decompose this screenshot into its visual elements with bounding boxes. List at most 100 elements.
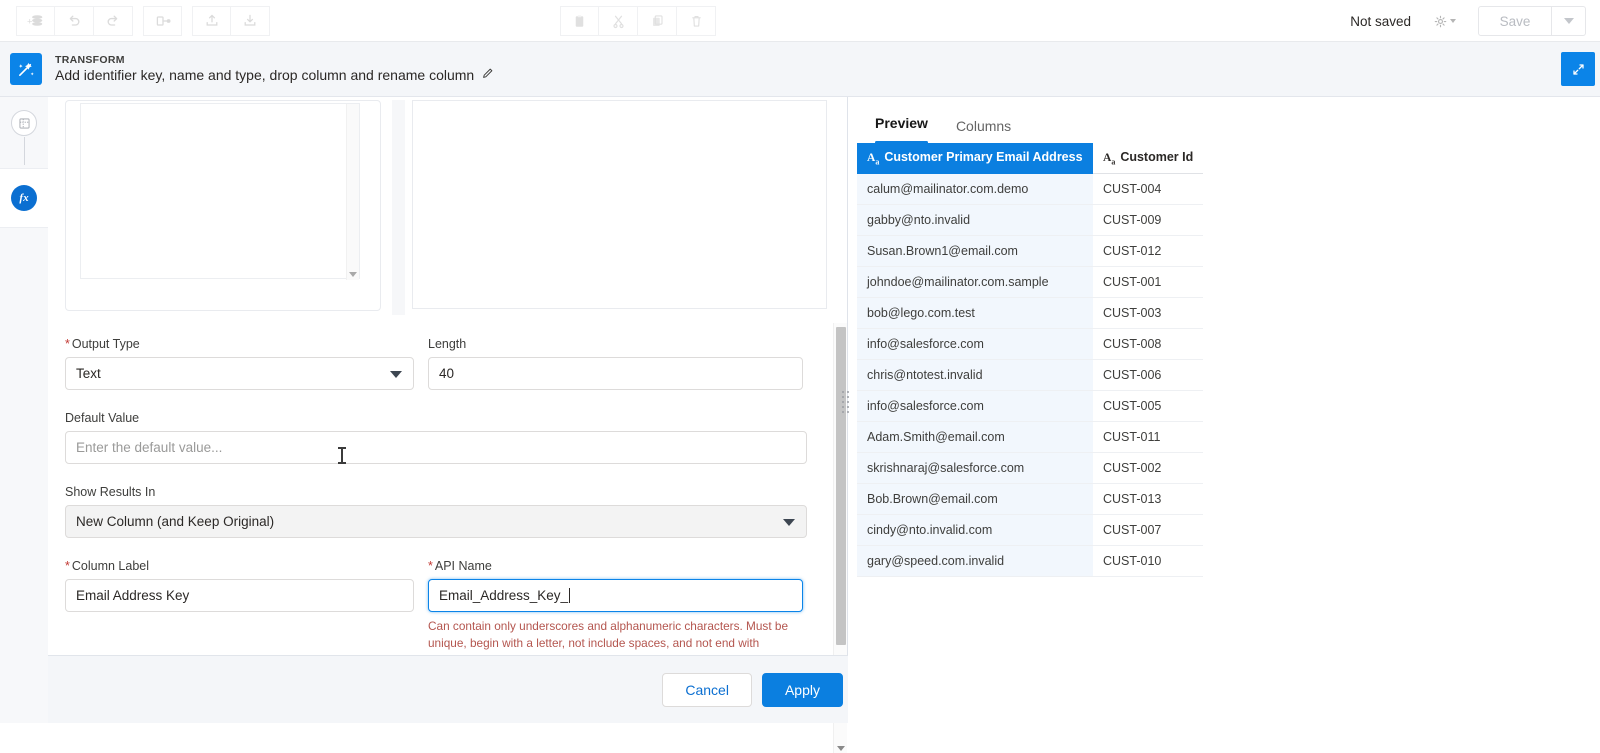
table-cell: info@salesforce.com — [857, 328, 1093, 361]
preview-header-row: Aa Customer Primary Email Address Aa Custo… — [857, 143, 1204, 175]
table-row[interactable]: calum@mailinator.com.demo CUST-004 — [857, 173, 1204, 206]
branch-button[interactable] — [143, 5, 182, 36]
formula-node-icon[interactable]: fx — [11, 185, 37, 211]
apply-button[interactable]: Apply — [761, 672, 843, 707]
api-name-error-message: Can contain only underscores and alphanu… — [428, 619, 789, 651]
table-cell: CUST-007 — [1093, 514, 1204, 547]
table-cell: johndoe@mailinator.com.sample — [857, 266, 1093, 299]
table-row[interactable]: gary@speed.com.invalid CUST-010 — [857, 545, 1204, 578]
gear-icon — [1434, 15, 1447, 27]
preview-column-name-1: Customer Primary Email Address — [884, 150, 1083, 165]
table-row[interactable]: cindy@nto.invalid.com CUST-007 — [857, 514, 1204, 547]
table-cell: CUST-013 — [1093, 483, 1204, 516]
table-cell: calum@mailinator.com.demo — [857, 173, 1093, 206]
table-cell: CUST-006 — [1093, 359, 1204, 392]
text-caret — [569, 588, 571, 603]
preview-table: Aa Customer Primary Email Address Aa Custo… — [857, 143, 1204, 578]
transform-icon — [10, 53, 42, 85]
column-label-label: Column Label — [71, 559, 150, 573]
table-row[interactable]: johndoe@mailinator.com.sample CUST-001 — [857, 266, 1204, 299]
tab-columns[interactable]: Columns — [942, 112, 1025, 144]
pencil-icon[interactable] — [481, 67, 494, 85]
transform-text-block: TRANSFORM Add identifier key, name and t… — [55, 54, 494, 85]
table-cell: chris@ntotest.invalid — [857, 359, 1093, 392]
table-row[interactable]: info@salesforce.com CUST-008 — [857, 328, 1204, 361]
default-value-input[interactable]: Enter the default value... — [65, 431, 807, 464]
top-toolbar: + Not saved Save — [0, 0, 1600, 42]
redo-button[interactable] — [94, 5, 133, 36]
api-name-label: API Name — [434, 559, 492, 573]
table-row[interactable]: info@salesforce.com CUST-005 — [857, 390, 1204, 423]
formula-editor-textarea[interactable] — [80, 103, 360, 280]
table-cell: Bob.Brown@email.com — [857, 483, 1093, 516]
node-rail: fx — [0, 97, 48, 723]
length-input[interactable]: 40 — [428, 357, 803, 390]
expand-panel-button[interactable] — [1561, 52, 1595, 86]
column-label-value: Email Address Key — [76, 588, 190, 603]
chevron-down-icon — [1563, 18, 1574, 24]
formula-editor-card — [65, 100, 381, 311]
undo-button[interactable] — [55, 5, 94, 36]
transform-header-bar: TRANSFORM Add identifier key, name and t… — [0, 42, 1600, 97]
panel-footer: Cancel Apply — [48, 655, 848, 723]
table-row[interactable]: Susan.Brown1@email.com CUST-012 — [857, 235, 1204, 268]
cancel-button[interactable]: Cancel — [662, 672, 752, 707]
transform-form: * Output Type Text Length 40 Default Val… — [65, 337, 817, 652]
table-cell: CUST-004 — [1093, 173, 1204, 206]
settings-menu-button[interactable] — [1433, 14, 1456, 29]
formula-editor-scrollbar[interactable] — [346, 104, 359, 280]
save-status-text: Not saved — [1350, 13, 1411, 29]
table-cell: CUST-010 — [1093, 545, 1204, 578]
table-node-icon[interactable] — [11, 110, 37, 136]
output-type-select[interactable]: Text — [65, 357, 414, 390]
preview-column-header-2[interactable]: Aa Customer Id — [1093, 143, 1204, 175]
output-type-group: * Output Type Text — [65, 337, 414, 390]
expand-icon — [1572, 63, 1584, 75]
default-value-placeholder: Enter the default value... — [76, 440, 223, 455]
column-label-input[interactable]: Email Address Key — [65, 579, 414, 612]
delete-button[interactable] — [677, 6, 716, 36]
save-button[interactable]: Save — [1478, 6, 1552, 36]
table-row[interactable]: skrishnaraj@salesforce.com CUST-002 — [857, 452, 1204, 485]
table-cell: gabby@nto.invalid — [857, 204, 1093, 237]
table-row[interactable]: bob@lego.com.test CUST-003 — [857, 297, 1204, 330]
node-connector-line — [23, 137, 25, 165]
show-results-in-value: New Column (and Keep Original) — [76, 514, 275, 529]
copy-button[interactable] — [638, 6, 677, 36]
label-apiname-row: * Column Label Email Address Key * API N… — [65, 559, 817, 652]
paste-button[interactable] — [560, 6, 599, 36]
scroll-down-icon[interactable] — [837, 746, 845, 751]
toolbar-center-group — [560, 6, 716, 36]
transform-title-row: Add identifier key, name and type, drop … — [55, 67, 494, 85]
tab-preview[interactable]: Preview — [861, 109, 942, 144]
table-row[interactable]: Adam.Smith@email.com CUST-011 — [857, 421, 1204, 454]
table-row[interactable]: Bob.Brown@email.com CUST-013 — [857, 483, 1204, 516]
transform-title: Add identifier key, name and type, drop … — [55, 66, 475, 83]
save-options-button[interactable] — [1552, 6, 1586, 36]
preview-table-body: calum@mailinator.com.demo CUST-004 gabby@n… — [857, 173, 1204, 578]
panel-scrollbar-thumb[interactable] — [836, 327, 846, 645]
upload-button[interactable] — [192, 5, 231, 36]
length-group: Length 40 — [428, 337, 803, 390]
scroll-down-icon[interactable] — [349, 272, 357, 277]
table-row[interactable]: gabby@nto.invalid CUST-009 — [857, 204, 1204, 237]
panel-scroll-area: * Output Type Text Length 40 Default Val… — [48, 97, 833, 655]
api-name-input[interactable]: Email_Address_Key_ — [428, 579, 803, 612]
preview-table-head: Aa Customer Primary Email Address Aa Custo… — [857, 143, 1204, 175]
table-row[interactable]: chris@ntotest.invalid CUST-006 — [857, 359, 1204, 392]
default-value-label: Default Value — [65, 411, 140, 425]
editor-column-gap — [392, 100, 405, 315]
preview-column-header-1[interactable]: Aa Customer Primary Email Address — [857, 143, 1093, 174]
chevron-down-icon — [1450, 19, 1456, 23]
output-type-label-row: * Output Type — [65, 337, 414, 351]
download-button[interactable] — [231, 5, 270, 36]
cut-button[interactable] — [599, 6, 638, 36]
default-value-label-row: Default Value — [65, 411, 817, 425]
show-results-in-select[interactable]: New Column (and Keep Original) — [65, 505, 807, 538]
table-cell: CUST-003 — [1093, 297, 1204, 330]
length-value: 40 — [439, 366, 455, 381]
table-cell: CUST-002 — [1093, 452, 1204, 485]
chevron-down-icon — [783, 518, 795, 526]
table-cell: skrishnaraj@salesforce.com — [857, 452, 1093, 485]
add-dataset-button[interactable]: + — [16, 5, 55, 36]
